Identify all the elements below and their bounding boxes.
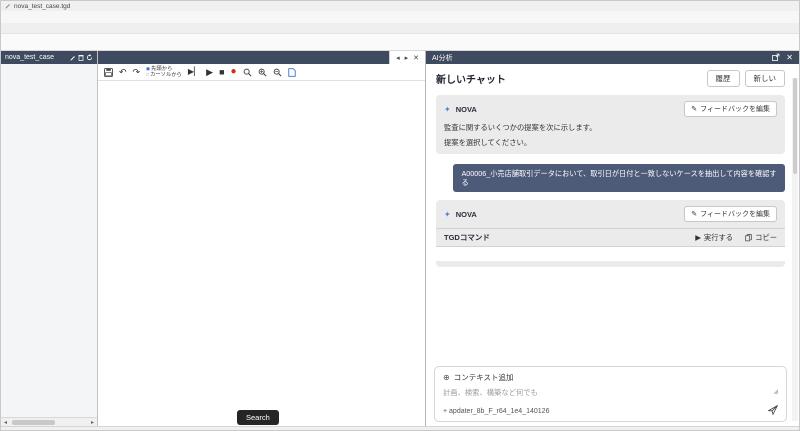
- add-context-button[interactable]: ⊕ コンテキスト追加: [443, 372, 778, 383]
- tab-nav: ◂ ▸ ✕: [389, 51, 425, 64]
- ai-analysis-panel: AI分析 ✕ 新しいチャット 履歴 新しい ✦ NOVA ✎フィードバ: [425, 51, 799, 426]
- run-from-options[interactable]: 先頭から カーソルから: [146, 66, 182, 78]
- project-tree: [1, 64, 97, 417]
- chat-title: 新しいチャット: [436, 71, 702, 86]
- trash-icon[interactable]: [78, 54, 84, 61]
- command-header: TGDコマンド: [444, 232, 683, 243]
- new-chat-button[interactable]: 新しい: [745, 70, 786, 87]
- code-area[interactable]: [98, 81, 425, 426]
- nova-sparkle-icon: ✦: [444, 105, 451, 114]
- step-run-icon[interactable]: ▶▏: [188, 68, 200, 76]
- ai-panel-header: AI分析 ✕: [426, 51, 799, 64]
- zoom-out-icon[interactable]: [273, 68, 282, 77]
- search-icon[interactable]: [243, 68, 252, 77]
- assistant-card-suggestions: ✦ NOVA ✎フィードバックを編集 監査に関するいくつかの提案を次に示します。…: [436, 95, 785, 154]
- command-code-block: [436, 247, 785, 261]
- user-message-bubble: A00006_小売店舗取引データにおいて、取引日が日付と一致しないケースを抽出し…: [453, 164, 785, 192]
- history-button[interactable]: 履歴: [707, 70, 740, 87]
- record-icon[interactable]: ●: [231, 67, 237, 77]
- plus-circle-icon: ⊕: [443, 373, 450, 382]
- resize-handle-icon[interactable]: ◢: [773, 388, 778, 395]
- run-from-cursor-radio[interactable]: カーソルから: [146, 72, 182, 78]
- menu-bar: [1, 11, 799, 23]
- select-prompt: 提案を選択してください。: [444, 138, 777, 148]
- assistant-intro: 監査に関するいくつかの提案を次に示します。: [444, 123, 777, 133]
- assistant-card-command: ✦ NOVA ✎フィードバックを編集 TGDコマンド ▶実行する コピー: [436, 200, 785, 267]
- pencil-icon: ✎: [691, 210, 697, 218]
- refresh-icon[interactable]: [86, 54, 93, 61]
- zoom-in-icon[interactable]: [258, 68, 267, 77]
- script-editor: ◂ ▸ ✕ ↶ ↷ 先頭から カーソルから ▶▏ ▶ ■ ●: [98, 51, 425, 426]
- scroll-right-icon[interactable]: ▸: [88, 419, 97, 426]
- redo-icon[interactable]: ↷: [133, 68, 141, 77]
- scroll-thumb[interactable]: [12, 420, 55, 425]
- tab-prev-icon[interactable]: ◂: [396, 54, 400, 62]
- project-sidebar: nova_test_case ◂ ▸: [1, 51, 98, 426]
- pencil-icon: ✎: [691, 105, 697, 113]
- run-icon[interactable]: ▶: [206, 68, 213, 77]
- main-area: nova_test_case ◂ ▸: [1, 51, 799, 426]
- chat-input-card[interactable]: ⊕ コンテキスト追加 計画、検索、構築など何でも ◢ + apdater_8b_…: [434, 366, 787, 422]
- status-bar: [1, 426, 799, 430]
- close-icon[interactable]: ✕: [786, 53, 793, 62]
- editor-toolbar: ↶ ↷ 先頭から カーソルから ▶▏ ▶ ■ ●: [98, 64, 425, 81]
- undo-icon[interactable]: ↶: [119, 68, 127, 77]
- scroll-track[interactable]: [10, 419, 88, 426]
- assistant-name: NOVA: [456, 210, 685, 219]
- save-icon[interactable]: [104, 68, 113, 77]
- run-command-button[interactable]: ▶実行する: [695, 233, 733, 243]
- ai-panel-scrollbar[interactable]: [792, 78, 798, 421]
- sidebar-header: nova_test_case: [1, 51, 97, 64]
- app-icon: [5, 3, 11, 9]
- popout-icon[interactable]: [772, 53, 780, 63]
- copy-icon: [745, 234, 752, 242]
- stop-icon[interactable]: ■: [219, 68, 224, 77]
- window-title: nova_test_case.tgd: [14, 3, 70, 10]
- chat-input[interactable]: 計画、検索、構築など何でも ◢: [443, 388, 778, 398]
- play-icon: ▶: [695, 233, 701, 242]
- edit-feedback-button[interactable]: ✎フィードバックを編集: [684, 101, 777, 117]
- tab-close-icon[interactable]: ✕: [413, 54, 419, 62]
- ribbon-tabs: [1, 23, 799, 34]
- scroll-left-icon[interactable]: ◂: [1, 419, 10, 426]
- assistant-name: NOVA: [456, 105, 685, 114]
- project-name: nova_test_case: [5, 54, 68, 61]
- tab-next-icon[interactable]: ▸: [405, 54, 409, 62]
- send-icon[interactable]: [768, 405, 778, 417]
- script-doc-icon[interactable]: [288, 68, 296, 77]
- title-bar: nova_test_case.tgd: [1, 1, 799, 11]
- sidebar-hscrollbar[interactable]: ◂ ▸: [1, 417, 97, 426]
- ai-panel-title: AI分析: [432, 53, 453, 63]
- edit-icon[interactable]: [70, 55, 76, 61]
- copy-command-button[interactable]: コピー: [745, 233, 777, 243]
- search-tooltip[interactable]: Search: [237, 410, 279, 425]
- ribbon-toolbar: [1, 34, 799, 51]
- ai-chat-body: 新しいチャット 履歴 新しい ✦ NOVA ✎フィードバックを編集 監査に関する…: [426, 64, 799, 426]
- model-label: + apdater_8b_F_r64_1e4_140126: [443, 408, 768, 415]
- app-window: nova_test_case.tgd nova_test_case ◂: [0, 0, 800, 431]
- nova-sparkle-icon: ✦: [444, 210, 451, 219]
- editor-tab-bar: ◂ ▸ ✕: [98, 51, 425, 64]
- edit-feedback-button[interactable]: ✎フィードバックを編集: [684, 206, 777, 222]
